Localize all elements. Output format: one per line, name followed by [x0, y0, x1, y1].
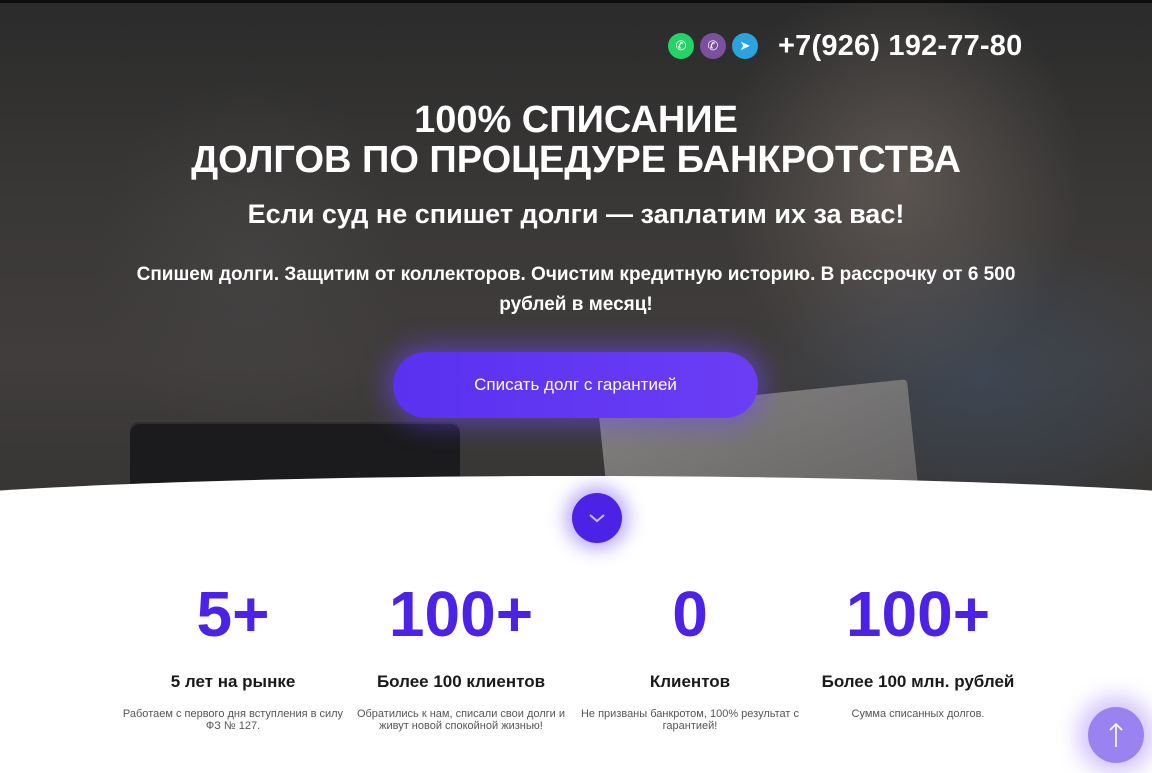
stat-clients: 100+ Более 100 клиентов Обратились к нам… [341, 578, 581, 732]
messenger-icons: ✆ ✆ ➤ [668, 32, 764, 60]
stat-title: Более 100 клиентов [376, 672, 546, 691]
stat-title: 5 лет на рынке [170, 672, 296, 691]
write-off-debt-button[interactable]: Списать долг с гарантией [393, 352, 758, 418]
scroll-down-button[interactable] [572, 493, 622, 543]
stat-description: Сумма списанных долгов. [851, 708, 985, 720]
telegram-icon[interactable]: ➤ [732, 33, 758, 59]
hero-title-line-2: ДОЛГОВ ПО ПРОЦЕДУРЕ БАНКРОТСТВА [191, 139, 961, 181]
top-border [0, 0, 1152, 3]
chevron-down-icon [589, 514, 605, 523]
stat-value: 5+ [196, 578, 270, 650]
stat-value: 100+ [388, 578, 534, 650]
stat-zero-bankrupt: 0 Клиентов Не призваны банкротом, 100% р… [570, 578, 810, 732]
stat-value: 100+ [845, 578, 991, 650]
whatsapp-icon[interactable]: ✆ [668, 33, 694, 59]
stat-description: Не призваны банкротом, 100% результат с … [580, 708, 800, 732]
hero-title: 100% СПИСАНИЕ ДОЛГОВ ПО ПРОЦЕДУРЕ БАНКРО… [0, 100, 1152, 180]
hero-title-line-1: 100% СПИСАНИЕ [414, 99, 738, 141]
stat-description: Работаем с первого дня вступления в силу… [122, 708, 344, 732]
scroll-to-top-button[interactable] [1088, 707, 1144, 763]
arrow-up-icon [1109, 722, 1123, 747]
stat-title: Клиентов [649, 672, 731, 691]
stat-amount: 100+ Более 100 млн. рублей Сумма списанн… [798, 578, 1038, 720]
viber-icon[interactable]: ✆ [700, 33, 726, 59]
phone-link[interactable]: +7(926) 192-77-80 [778, 30, 1022, 63]
stat-description: Обратились к нам, списали свои долги и ж… [356, 708, 566, 732]
hero-lead-text: Спишем долги. Защитим от коллекторов. Оч… [136, 264, 1016, 315]
stat-title: Более 100 млн. рублей [821, 672, 1015, 691]
stat-years: 5+ 5 лет на рынке Работаем с первого дня… [113, 578, 353, 732]
hero-subtitle: Если суд не спишет долги — заплатим их з… [247, 199, 905, 229]
stat-value: 0 [672, 578, 708, 650]
